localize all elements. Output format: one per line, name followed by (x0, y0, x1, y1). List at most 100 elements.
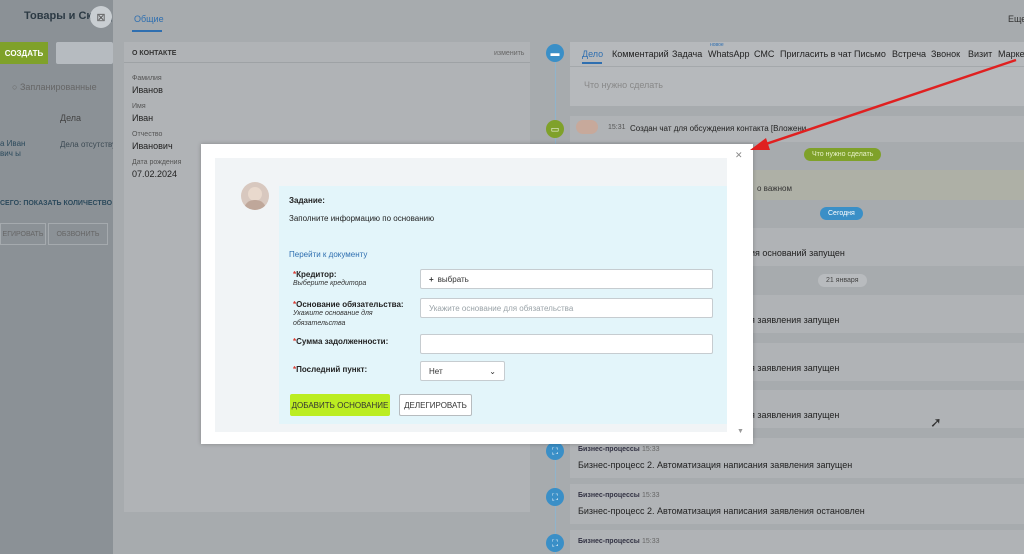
add-basis-button[interactable]: ДОБАВИТЬ ОСНОВАНИЕ (290, 394, 390, 416)
left-panel: Товары и Склад ⊠ СОЗДАТЬ ○ Запланированн… (0, 0, 117, 554)
edit-link[interactable]: изменить (494, 50, 524, 57)
bp-card-partial: ния оснований запущен (745, 228, 1024, 266)
close-icon[interactable]: ✕ (735, 150, 743, 161)
tab-marketing[interactable]: Марке (998, 49, 1024, 59)
business-process-icon: ⛶ (546, 442, 564, 460)
bp-card: Бизнес-процессы 15:33 Бизнес-процесс 2. … (570, 438, 1024, 478)
delegate-list-button[interactable]: ЕГИРОВАТЬ (0, 223, 46, 245)
contact-card-title: О КОНТАКТЕ (132, 50, 177, 57)
debt-label: *Сумма задолженности: (293, 337, 389, 346)
business-process-icon: ⛶ (546, 488, 564, 506)
bp-text: ия заявления запущен (745, 410, 840, 420)
tab-underline (582, 62, 602, 64)
task-text: Заполните информацию по основанию (289, 214, 435, 223)
plus-icon: + (429, 274, 434, 284)
bp-card: Бизнес-процессы 15:33 (570, 530, 1024, 554)
bp-title: Бизнес-процессы (578, 446, 640, 453)
creditor-label: *Кредитор: (293, 270, 337, 279)
more-tabs-button[interactable]: Еще (1008, 14, 1024, 24)
today-pill: Сегодня (820, 207, 863, 220)
field-label: Дата рождения (132, 159, 182, 166)
bp-card: Бизнес-процессы 15:33 Бизнес-процесс 2. … (570, 484, 1024, 524)
tab-sms[interactable]: СМС (754, 49, 774, 59)
filter-icon: ○ (12, 82, 20, 92)
mouse-cursor-icon: ➚ (930, 414, 942, 430)
scroll-down-icon[interactable]: ▼ (737, 428, 744, 435)
bp-title: Бизнес-процессы (578, 492, 640, 499)
select-creditor-button[interactable]: выбрать (438, 275, 469, 284)
field-value-firstname: Иван (132, 113, 154, 123)
field-value-patronymic: Иванович (132, 141, 173, 151)
activity-composer: Дело Комментарий Задача новое WhatsApp С… (570, 42, 1024, 106)
chat-created-card: 15:31 Создан чат для обсуждения контакта… (570, 116, 1024, 142)
modal-content: Задание: Заполните информацию по основан… (215, 158, 727, 432)
tab-task[interactable]: Дело (582, 49, 603, 59)
bp-card-partial: ия заявления запущен (745, 343, 1024, 381)
last-item-label: *Последний пункт: (293, 365, 368, 374)
tab-meeting[interactable]: Встреча (892, 49, 926, 59)
basis-input[interactable]: Укажите основание для обязательства (420, 298, 713, 318)
creditor-hint: Выберите кредитора (293, 280, 367, 287)
business-process-icon: ⛶ (546, 534, 564, 552)
basis-hint: Укажите основание для обязательства (293, 310, 373, 327)
call-list-button[interactable]: ОБЗВОНИТЬ (48, 223, 108, 245)
field-label: Отчество (132, 131, 163, 138)
tab-call[interactable]: Звонок (931, 49, 960, 59)
tab-general[interactable]: Общие (134, 14, 164, 24)
last-item-value: Нет (429, 366, 443, 376)
chat-created-text[interactable]: Создан чат для обсуждения контакта [Влож… (630, 124, 806, 133)
task-label: Задание: (289, 196, 325, 205)
timestamp: 15:33 (642, 538, 660, 545)
todo-pill: Что нужно сделать (804, 148, 882, 161)
bp-text: Бизнес-процесс 2. Автоматизация написани… (578, 506, 865, 516)
document-link[interactable]: Перейти к документу (289, 250, 367, 259)
contact-name-link[interactable]: а Иван вич ы (0, 139, 30, 159)
field-label: Фамилия (132, 75, 162, 82)
important-text: о важном (757, 184, 792, 193)
close-icon[interactable]: ⊠ (90, 6, 112, 28)
tasks-cell: Дела отсутству (60, 140, 117, 149)
avatar (241, 182, 269, 210)
tab-underline (132, 30, 162, 32)
tab-comment[interactable]: Комментарий (612, 49, 669, 59)
column-header-tasks: Дела (60, 113, 82, 123)
basis-label: *Основание обязательства: (293, 300, 404, 309)
tab-whatsapp[interactable]: WhatsApp (708, 49, 750, 59)
bp-title: Бизнес-процессы (578, 538, 640, 545)
bp-card-partial: ия заявления запущен (745, 390, 1024, 428)
task-modal: ✕ ▼ Задание: Заполните информацию по осн… (201, 144, 753, 444)
search-input[interactable] (56, 42, 113, 64)
timestamp: 15:33 (642, 492, 660, 499)
delegate-button[interactable]: ДЕЛЕГИРОВАТЬ (399, 394, 472, 416)
bp-text: Бизнес-процесс 2. Автоматизация написани… (578, 460, 853, 470)
chat-icon: ▭ (546, 120, 564, 138)
bp-text: ия заявления запущен (745, 315, 840, 325)
debt-input[interactable] (420, 334, 713, 354)
creditor-select[interactable]: + выбрать (420, 269, 713, 289)
tab-visit[interactable]: Визит (968, 49, 992, 59)
tab-email[interactable]: Письмо (854, 49, 886, 59)
create-button[interactable]: СОЗДАТЬ (0, 42, 48, 64)
filter-planned[interactable]: ○ Запланированные (12, 82, 97, 92)
important-card: о важном (753, 170, 1024, 200)
timestamp: 15:31 (608, 124, 626, 131)
task-form: Задание: Заполните информацию по основан… (279, 186, 727, 424)
field-label: Имя (132, 103, 146, 110)
last-item-select[interactable]: Нет ⌄ (420, 361, 505, 381)
bp-text: ия заявления запущен (745, 363, 840, 373)
bp-card-partial: ия заявления запущен (745, 295, 1024, 333)
divider (124, 62, 530, 63)
chevron-down-icon: ⌄ (489, 366, 496, 376)
date-pill: 21 января (818, 274, 867, 287)
bp-text: ния оснований запущен (745, 248, 845, 258)
composer-placeholder[interactable]: Что нужно сделать (584, 80, 663, 90)
tab-invite-chat[interactable]: Пригласить в чат (780, 49, 852, 59)
new-badge: новое (710, 42, 724, 48)
show-count-link[interactable]: СЕГО: ПОКАЗАТЬ КОЛИЧЕСТВО (0, 200, 112, 207)
avatar (576, 120, 598, 134)
tab-todo[interactable]: Задача (672, 49, 702, 59)
field-value-birthdate: 07.02.2024 (132, 169, 178, 179)
chat-bubble-icon: ▬ (546, 44, 564, 62)
field-value-lastname: Иванов (132, 85, 163, 95)
divider (570, 66, 1024, 67)
